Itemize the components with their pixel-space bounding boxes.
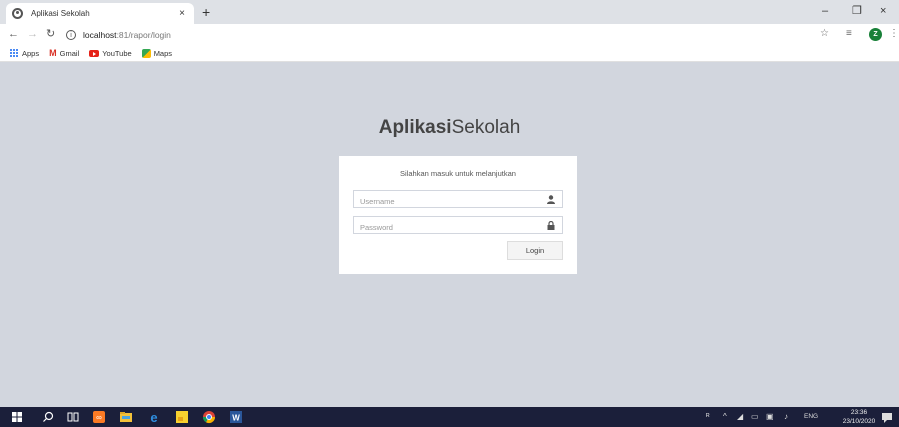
windows-taskbar: ∞ e W ᴿ ^ ◢ ▭ ▣ ♪ ENG 23:36 23/10/2020 [0, 407, 899, 427]
display-icon[interactable]: ▣ [766, 412, 774, 422]
browser-toolbar: ← → ↻ i localhost:81/rapor/login ☆ ≡ Z ⋮ [0, 24, 899, 46]
maps-icon [141, 49, 151, 58]
reload-icon[interactable]: ↻ [46, 28, 55, 40]
show-hidden-icons-icon[interactable]: ^ [723, 412, 727, 422]
word-icon[interactable]: W [229, 410, 243, 424]
language-indicator[interactable]: ENG [804, 412, 818, 422]
tab-close-button[interactable]: × [176, 8, 188, 19]
sticky-notes-icon[interactable] [175, 410, 189, 424]
notifications-icon[interactable] [880, 410, 894, 424]
system-clock[interactable]: 23:36 23/10/2020 [839, 408, 879, 426]
bookmark-gmail[interactable]: M Gmail [49, 48, 80, 59]
chrome-icon[interactable] [202, 410, 216, 424]
lock-icon [547, 221, 555, 230]
brand-light: Sekolah [451, 117, 521, 138]
file-explorer-icon[interactable] [119, 410, 133, 424]
username-field [353, 190, 563, 210]
bookmark-label: Gmail [59, 49, 80, 58]
forward-arrow-icon[interactable]: → [27, 28, 38, 40]
url-host: localhost [83, 30, 117, 40]
svg-text:e: e [150, 410, 157, 424]
page-content: AplikasiSekolah Silahkan masuk untuk mel… [0, 63, 899, 407]
bookmark-star-icon[interactable]: ☆ [820, 28, 829, 40]
network-icon[interactable]: ◢ [737, 412, 743, 422]
tab-favicon-icon [12, 8, 23, 19]
task-view-icon[interactable] [66, 410, 80, 424]
people-icon[interactable]: ᴿ [706, 412, 710, 422]
bookmark-label: Maps [153, 49, 173, 58]
site-info-icon[interactable]: i [66, 30, 76, 40]
svg-text:W: W [232, 414, 240, 423]
brand-bold: Aplikasi [378, 117, 452, 138]
menu-kebab-icon[interactable]: ⋮ [889, 28, 899, 40]
url-text[interactable]: localhost:81/rapor/login [83, 30, 171, 40]
gmail-icon: M [49, 48, 57, 58]
svg-text:∞: ∞ [96, 413, 102, 422]
youtube-icon [89, 50, 100, 57]
url-path: :81/rapor/login [116, 30, 171, 40]
password-field [353, 216, 563, 236]
windows-start-icon[interactable] [10, 410, 24, 424]
address-bar[interactable]: i localhost:81/rapor/login [66, 26, 806, 44]
back-arrow-icon[interactable]: ← [8, 28, 19, 40]
new-tab-button[interactable]: + [202, 5, 210, 19]
bookmark-label: Apps [22, 49, 40, 58]
apps-grid-icon [10, 49, 19, 58]
password-input[interactable] [354, 219, 562, 236]
bookmark-apps[interactable]: Apps [10, 49, 39, 58]
bookmark-youtube[interactable]: YouTube [89, 49, 132, 58]
clock-time: 23:36 [850, 409, 868, 416]
tab-title: Aplikasi Sekolah [31, 9, 90, 18]
restore-button[interactable]: ❐ [852, 5, 862, 17]
volume-icon[interactable]: ♪ [784, 412, 788, 422]
login-box: Silahkan masuk untuk melanjutkan Login [339, 156, 577, 274]
bookmark-label: YouTube [102, 49, 132, 58]
minimize-button[interactable]: – [822, 5, 828, 17]
xampp-icon[interactable]: ∞ [92, 410, 106, 424]
clock-date: 23/10/2020 [842, 418, 876, 425]
user-icon [547, 195, 555, 204]
bookmark-maps[interactable]: Maps [141, 49, 173, 58]
login-message: Silahkan masuk untuk melanjutkan [400, 169, 516, 178]
username-input[interactable] [354, 193, 562, 210]
browser-tab-strip: Aplikasi Sekolah × + – ❐ × [0, 0, 899, 24]
reading-list-icon[interactable]: ≡ [846, 28, 852, 40]
internet-explorer-icon[interactable]: e [147, 410, 161, 424]
app-logo-title[interactable]: AplikasiSekolah [0, 117, 899, 139]
battery-icon[interactable]: ▭ [751, 412, 759, 422]
search-icon[interactable] [41, 410, 55, 424]
close-window-button[interactable]: × [880, 5, 886, 17]
login-button[interactable]: Login [507, 241, 563, 260]
bookmarks-bar: Apps M Gmail YouTube Maps [0, 46, 899, 62]
profile-avatar[interactable]: Z [869, 28, 882, 41]
browser-tab[interactable]: Aplikasi Sekolah × [6, 3, 194, 24]
